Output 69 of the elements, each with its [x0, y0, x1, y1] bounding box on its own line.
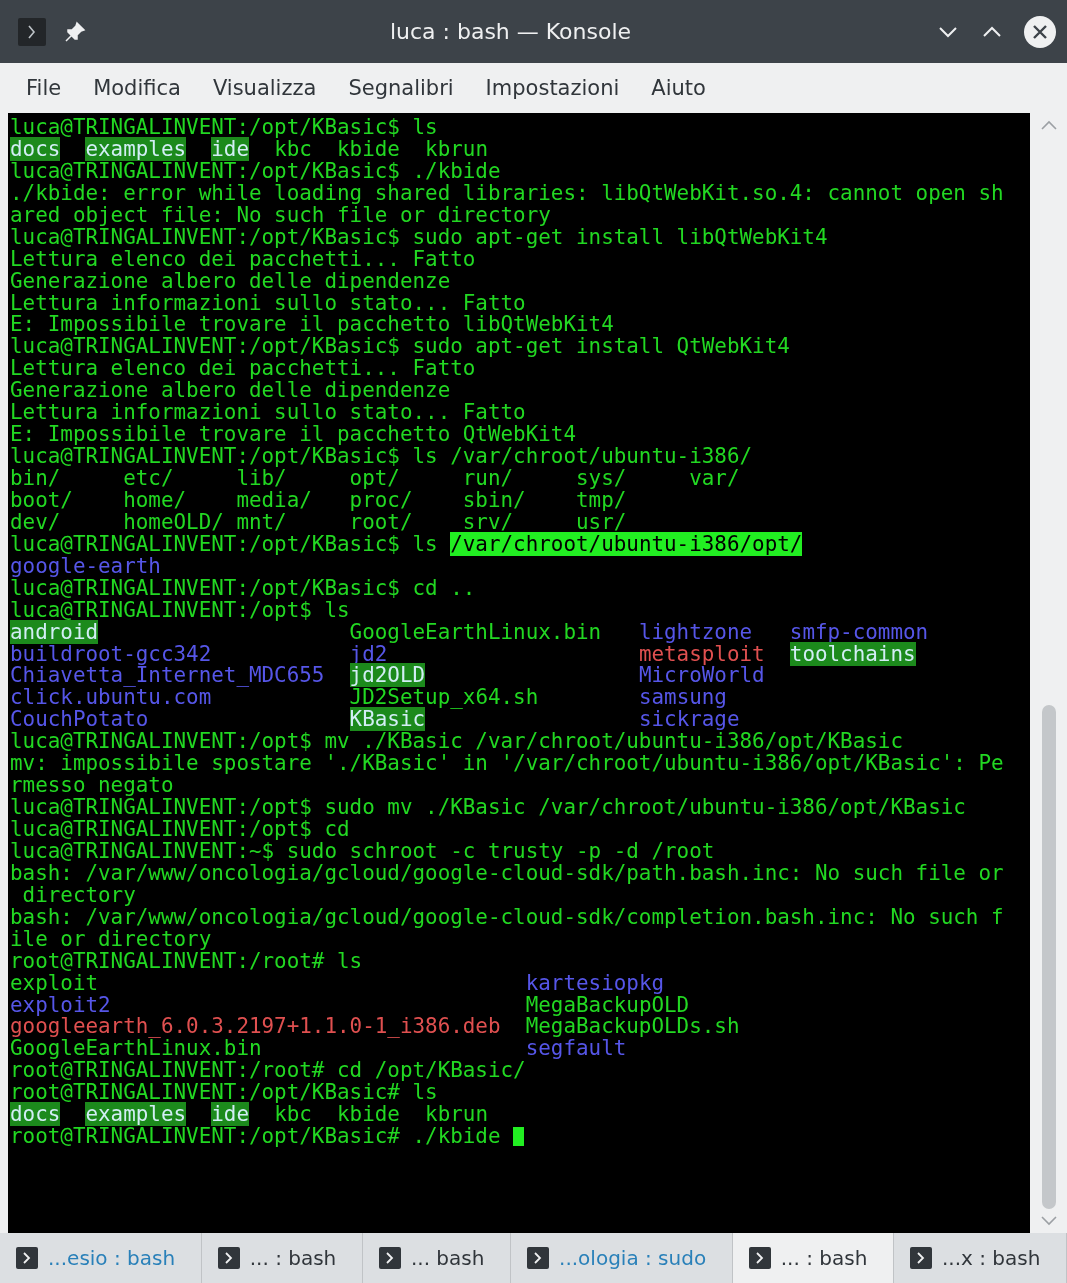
- terminal-line: luca@TRINGALINVENT:/opt/KBasic$ sudo apt-get install QtWebKit4: [10, 336, 791, 359]
- terminal-icon: [217, 1247, 240, 1269]
- terminal-line: GoogleEarthLinux.bin segfault: [10, 1038, 627, 1061]
- terminal-line: Lettura informazioni sullo stato... Fatto: [10, 292, 527, 315]
- menu-item[interactable]: Impostazioni: [469, 70, 636, 106]
- terminal-line: root@TRINGALINVENT:/opt/KBasic# ls: [10, 1082, 438, 1105]
- terminal-line: dev/ homeOLD/ mnt/ root/ srv/ usr/: [10, 511, 628, 534]
- terminal-line: luca@TRINGALINVENT:~$ sudo schroot -c trusty -p -d /root: [10, 840, 716, 863]
- terminal-line: click.ubuntu.com JD2Setup_x64.sh samsung: [10, 687, 727, 710]
- terminal-line: ile or directory: [10, 928, 212, 951]
- terminal-line: exploit2 MegaBackupOLD: [10, 994, 690, 1017]
- terminal-line: E: Impossibile trovare il pacchetto QtWebKit4: [10, 424, 577, 447]
- terminal-output[interactable]: [8, 113, 1030, 1233]
- terminal-line: mv: impossibile spostare './KBasic' in '/var/chroot/ubuntu-i386/opt/KBasic': Pe: [10, 753, 1005, 776]
- terminal-icon: [748, 1247, 771, 1269]
- terminal-line: Lettura informazioni sullo stato... Fatto: [10, 402, 527, 425]
- terminal-line: google-earth: [10, 555, 161, 578]
- window-title: luca : bash — Konsole: [388, 19, 633, 44]
- terminal-line: Lettura elenco dei pacchetti... Fatto: [10, 358, 476, 381]
- menu-item[interactable]: Modifica: [77, 70, 197, 106]
- terminal-line: bin/ etc/ lib/ opt/ run/ sys/ var/: [10, 468, 741, 490]
- session-tab[interactable]: ... : bash: [732, 1233, 894, 1283]
- session-tab[interactable]: ... : bash: [201, 1233, 363, 1283]
- terminal-line: E: Impossibile trovare il pacchetto libQtWebKit4: [10, 314, 614, 337]
- terminal-line: googleearth_6.0.3.2197+1.1.0-1_i386.deb MegaBackupOLDs.sh: [10, 1016, 741, 1039]
- terminal-line: luca@TRINGALINVENT:/opt/KBasic$ ls /var/chroot/ubuntu-i386/: [10, 446, 754, 468]
- terminal-line: docs examples ide kbc kbide kbrun: [10, 1104, 489, 1127]
- terminal-line: ared object file: No such file or directory: [10, 204, 552, 227]
- terminal-line: luca@TRINGALINVENT:/opt$ sudo mv ./KBasic /var/chroot/ubuntu-i386/opt/KBasic: [10, 797, 967, 819]
- menu-item[interactable]: Visualizza: [196, 70, 333, 106]
- terminal-line: Generazione albero delle dipendenze: [10, 380, 452, 403]
- terminal-line: luca@TRINGALINVENT:/opt/KBasic$ ls /var/chroot/ubuntu-i386/opt/: [10, 533, 804, 556]
- close-button[interactable]: [1023, 14, 1057, 49]
- pin-icon[interactable]: [64, 20, 86, 43]
- terminal-icon: [909, 1247, 932, 1269]
- menu-item[interactable]: Segnalibri: [332, 70, 470, 106]
- terminal-line: luca@TRINGALINVENT:/opt/KBasic$ ls: [10, 117, 439, 139]
- terminal-line: root@TRINGALINVENT:/opt/KBasic# ./kbide: [10, 1126, 1030, 1149]
- terminal-line: luca@TRINGALINVENT:/opt$ mv ./KBasic /var/chroot/ubuntu-i386/opt/KBasic: [10, 731, 904, 754]
- terminal-line: android GoogleEarthLinux.bin lightzone smfp-common: [10, 621, 930, 644]
- session-tab[interactable]: ...x : bash: [893, 1233, 1067, 1283]
- terminal-line: root@TRINGALINVENT:/root# ls: [10, 950, 364, 973]
- terminal-line: ./kbide: error while loading shared libraries: libQtWebKit.so.4: cannot open sh: [10, 182, 1005, 205]
- terminal-line: Generazione albero delle dipendenze: [10, 270, 452, 293]
- terminal-line: luca@TRINGALINVENT:/opt$ cd: [10, 819, 351, 841]
- terminal-line: docs examples ide kbc kbide kbrun: [10, 138, 489, 161]
- terminal-line: exploit kartesiopkg: [10, 972, 666, 995]
- terminal-icon: [16, 1247, 38, 1269]
- terminal-line: Chiavetta_Internet_MDC655 jd2OLD MicroWorld: [10, 665, 766, 688]
- menu-item[interactable]: Aiuto: [635, 70, 722, 106]
- terminal-line: bash: /var/www/oncologia/gcloud/google-cloud-sdk/completion.bash.inc: No such f: [10, 906, 1005, 929]
- terminal-line: Lettura elenco dei pacchetti... Fatto: [10, 248, 476, 271]
- terminal-line: boot/ home/ media/ proc/ sbin/ tmp/: [10, 489, 628, 512]
- menu-item[interactable]: File: [10, 70, 78, 106]
- terminal-line: bash: /var/www/oncologia/gcloud/google-cloud-sdk/path.bash.inc: No such file or: [10, 862, 1005, 885]
- terminal-icon: [378, 1247, 401, 1269]
- terminal-line: root@TRINGALINVENT:/root# cd /opt/KBasic/: [10, 1060, 527, 1083]
- terminal-line: luca@TRINGALINVENT:/opt/KBasic$ sudo apt-get install libQtWebKit4: [10, 226, 829, 249]
- terminal-line: luca@TRINGALINVENT:/opt$ ls: [10, 599, 350, 622]
- scrollbar-thumb[interactable]: [1041, 705, 1056, 1209]
- menu-button[interactable]: [18, 17, 46, 46]
- session-tab[interactable]: ... bash: [362, 1233, 512, 1283]
- terminal-line: buildroot-gcc342 jd2 metasploit toolchains: [10, 643, 916, 666]
- terminal-icon: [527, 1247, 550, 1269]
- terminal-line: CouchPotato KBasic sickrage: [10, 709, 740, 732]
- terminal-line: luca@TRINGALINVENT:/opt/KBasic$ cd ..: [10, 577, 477, 600]
- terminal-line: luca@TRINGALINVENT:/opt/KBasic$ ./kbide: [10, 160, 502, 183]
- terminal-line: rmesso negato: [10, 775, 174, 798]
- terminal-line: directory: [21, 884, 136, 907]
